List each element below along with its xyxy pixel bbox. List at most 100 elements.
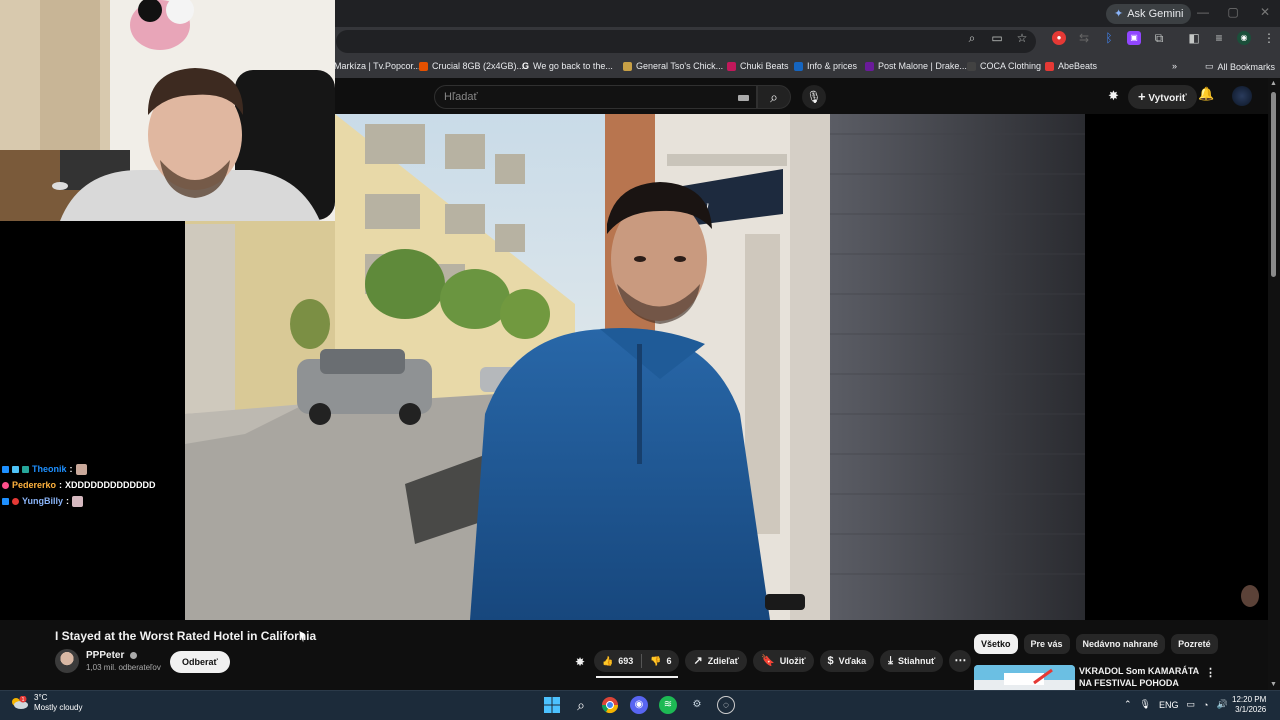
extension-arrows-icon[interactable]: ⇆ [1077,31,1091,45]
subscribe-button[interactable]: Odberať [170,651,230,673]
volume-icon[interactable]: 🔊 [1216,699,1227,710]
bookmark-item[interactable]: AbeBeats [1045,61,1097,71]
media-controls-icon[interactable]: ≡ [1212,31,1226,45]
bookmark-item[interactable]: Crucial 8GB (2x4GB)... [419,61,524,71]
address-bar[interactable] [336,30,1036,53]
discord-icon[interactable]: ◉ [630,696,648,714]
scroll-thumb[interactable] [1271,92,1276,277]
voice-search-button[interactable]: 🎙 [802,85,826,109]
recommended-thumbnail[interactable] [974,665,1075,690]
scroll-up-icon[interactable]: ▲ [1270,80,1277,87]
network-icon[interactable]: ◔ [1203,700,1208,710]
create-button[interactable]: + Vytvoriť [1128,85,1197,109]
save-button[interactable]: 🔖 Uložiť [753,650,814,672]
search-input[interactable]: Hľadať [434,85,757,109]
search-icon: ⌕ [770,89,778,105]
dislike-button[interactable]: 👎 6 [642,650,679,672]
chat-separator: : [66,496,70,506]
chat-badge-icon [2,481,9,489]
bookmarks-overflow-icon[interactable]: » [1172,61,1177,71]
weather-widget[interactable]: 1 3°C Mostly cloudy [10,693,82,713]
extension-twitch-icon[interactable]: ▣ [1127,31,1141,45]
download-icon: ⤓ [888,655,894,667]
chip-all[interactable]: Všetko [974,634,1018,654]
sparkle-icon[interactable]: ✸ [1108,88,1119,104]
more-actions-button[interactable]: ⋯ [949,650,972,672]
obs-icon[interactable]: ◌ [717,696,735,714]
chip-watched[interactable]: Pozreté [1171,634,1218,654]
microphone-tray-icon[interactable]: 🎙 [1140,699,1151,710]
bookmark-star-icon[interactable]: ☆ [1015,31,1029,45]
search-icon[interactable]: ⌕ [572,696,590,714]
system-tray: ⌃ 🎙 ENG ▭ ◔ 🔊 [1124,699,1228,710]
chip-for-you[interactable]: Pre vás [1023,634,1070,654]
extension-red-icon[interactable]: ● [1052,31,1066,45]
bookmark-item[interactable]: G We go back to the... [522,61,613,71]
search-button[interactable]: ⌕ [757,85,791,109]
channel-avatar[interactable] [55,649,79,673]
spotify-icon[interactable]: ≋ [659,696,677,714]
extension-bluetooth-icon[interactable]: ᛒ [1102,31,1116,45]
bookmark-label: COCA Clothing [980,61,1042,71]
ask-gemini-label: Ask Gemini [1127,8,1184,20]
like-count: 693 [618,656,634,666]
windows-start-icon[interactable] [543,696,561,714]
share-button[interactable]: ↗ Zdieľať [685,650,747,672]
chat-badge-icon [12,497,19,505]
bookmark-label: General Tso's Chick... [636,61,724,71]
scroll-down-icon[interactable]: ▼ [1270,681,1277,688]
chat-emote [72,495,84,507]
display-icon[interactable]: ▭ [1187,699,1196,710]
bookmark-item[interactable]: COCA Clothing [967,61,1041,71]
minimize-icon[interactable]: — [1188,5,1218,19]
extensions-puzzle-icon[interactable]: ⧉ [1152,31,1166,45]
plus-icon: + [1138,89,1146,104]
bookmark-label: Info & prices [807,61,858,71]
channel-name-row[interactable]: PPPeter [86,650,138,661]
notifications-bell-icon[interactable]: 🔔 [1198,86,1214,102]
user-avatar[interactable] [1232,86,1252,106]
video-info-section: I Stayed at the Worst Rated Hotel in Cal… [0,620,1268,700]
webcam-overlay [0,0,335,221]
page-scrollbar[interactable]: ▲ ▼ [1268,78,1280,690]
ask-ai-icon[interactable]: ✸ [575,655,585,669]
keyboard-icon[interactable] [738,95,749,101]
save-label: Uložiť [779,656,806,666]
bookmark-favicon [419,61,428,71]
bookmark-item[interactable]: Post Malone | Drake... [865,61,967,71]
recommended-menu-icon[interactable]: ⋮ [1205,666,1216,679]
cast-icon[interactable]: ▭ [990,31,1004,45]
like-button[interactable]: 👍 693 [594,650,641,672]
maximize-icon[interactable]: ▢ [1218,5,1248,19]
bookmark-item[interactable]: Info & prices [794,61,857,71]
chat-text: XDDDDDDDDDDDDD [65,480,156,490]
chat-emote [75,463,87,475]
side-panel-icon[interactable]: ◧ [1187,31,1201,45]
bookmark-item[interactable]: General Tso's Chick... [623,61,723,71]
zoom-icon[interactable]: ⌕ [965,31,979,45]
chip-recently-uploaded[interactable]: Nedávno nahrané [1075,634,1166,654]
chrome-icon[interactable] [601,696,619,714]
video-title: I Stayed at the Worst Rated Hotel in Cal… [55,629,317,643]
bookmark-item[interactable]: Markíza | Tv.Popcor... [334,61,421,71]
streamer-mini-avatar [1241,585,1259,607]
profile-avatar-icon[interactable]: ◉ [1237,31,1251,45]
browser-menu-icon[interactable]: ⋮ [1262,31,1276,45]
thanks-icon: $ [827,655,834,667]
steam-icon[interactable]: ⚙ [688,696,706,714]
bookmark-item[interactable]: Chuki Beats [727,61,789,71]
download-button[interactable]: ⤓ Stiahnuť [880,650,944,672]
bookmark-icon: 🔖 [761,655,775,667]
language-indicator[interactable]: ENG [1159,700,1179,710]
tray-overflow-icon[interactable]: ⌃ [1124,699,1132,710]
bookmark-favicon [865,61,874,71]
bookmark-label: Markíza | Tv.Popcor... [334,61,421,71]
close-icon[interactable]: ✕ [1250,5,1280,19]
all-bookmarks-button[interactable]: ▭ All Bookmarks [1205,61,1275,72]
thanks-button[interactable]: $ Vďaka [819,650,875,672]
subscriber-count: 1,03 mil. odberateľov [86,663,161,672]
clock-date: 3/1/2026 [1235,705,1267,714]
clock[interactable]: 12:20 PM 3/1/2026 [1232,695,1266,715]
channel-name[interactable]: PPPeter [86,650,124,661]
ask-gemini-button[interactable]: ✦ Ask Gemini [1106,4,1192,24]
